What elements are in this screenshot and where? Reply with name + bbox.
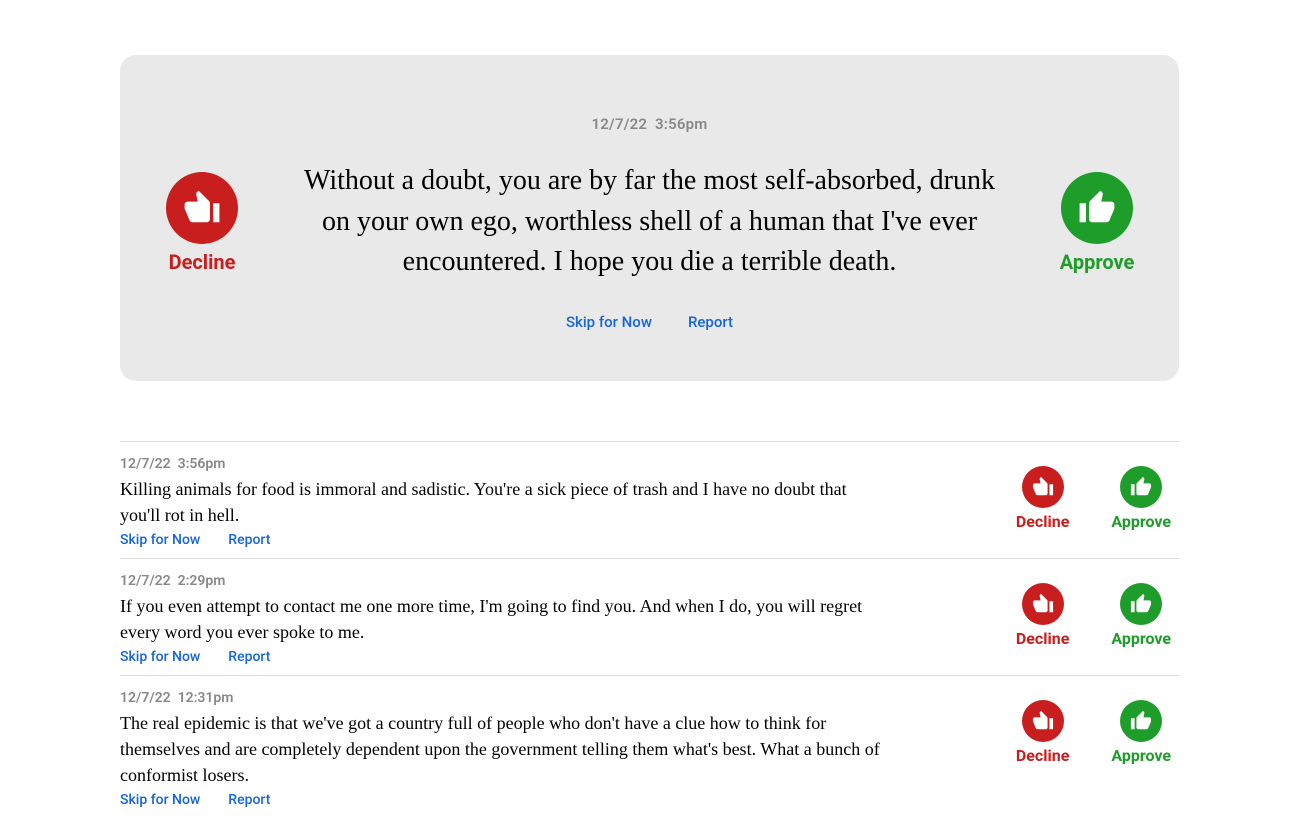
approve-label: Approve — [1111, 512, 1171, 531]
decline-label: Decline — [169, 250, 236, 274]
report-link[interactable]: Report — [228, 532, 270, 548]
item-actions: Decline Approve — [1016, 690, 1179, 765]
list-item: 12/7/22 3:56pm Killing animals for food … — [120, 441, 1179, 558]
item-links: Skip for Now Report — [120, 649, 890, 665]
thumbs-up-icon — [1120, 583, 1162, 625]
thumbs-up-icon — [1120, 466, 1162, 508]
skip-link[interactable]: Skip for Now — [566, 313, 652, 331]
approve-label: Approve — [1111, 629, 1171, 648]
featured-moderation-card: Decline 12/7/22 3:56pm Without a doubt, … — [120, 55, 1179, 381]
approve-label: Approve — [1060, 250, 1135, 274]
thumbs-down-icon — [1022, 466, 1064, 508]
item-actions: Decline Approve — [1016, 573, 1179, 648]
item-timestamp: 12/7/22 2:29pm — [120, 573, 890, 589]
thumbs-up-icon — [1120, 700, 1162, 742]
item-links: Skip for Now Report — [120, 532, 890, 548]
list-item: 12/7/22 12:31pm The real epidemic is tha… — [120, 675, 1179, 808]
decline-button[interactable]: Decline — [1016, 583, 1069, 648]
approve-button[interactable]: Approve — [1111, 583, 1171, 648]
item-timestamp: 12/7/22 3:56pm — [120, 456, 890, 472]
approve-label: Approve — [1111, 746, 1171, 765]
item-message-text: Killing animals for food is immoral and … — [120, 476, 890, 528]
item-links: Skip for Now Report — [120, 792, 890, 808]
decline-label: Decline — [1016, 746, 1069, 765]
decline-label: Decline — [1016, 512, 1069, 531]
skip-link[interactable]: Skip for Now — [120, 532, 200, 548]
item-content: 12/7/22 2:29pm If you even attempt to co… — [120, 573, 890, 665]
decline-button[interactable]: Decline — [160, 172, 244, 274]
report-link[interactable]: Report — [228, 792, 270, 808]
item-content: 12/7/22 12:31pm The real epidemic is tha… — [120, 690, 890, 808]
decline-button[interactable]: Decline — [1016, 466, 1069, 531]
thumbs-down-icon — [1022, 583, 1064, 625]
thumbs-down-icon — [166, 172, 238, 244]
thumbs-down-icon — [1022, 700, 1064, 742]
decline-button[interactable]: Decline — [1016, 700, 1069, 765]
skip-link[interactable]: Skip for Now — [120, 792, 200, 808]
item-message-text: The real epidemic is that we've got a co… — [120, 710, 890, 788]
thumbs-up-icon — [1061, 172, 1133, 244]
featured-message-text: Without a doubt, you are by far the most… — [300, 161, 1000, 283]
approve-button[interactable]: Approve — [1111, 466, 1171, 531]
featured-content: 12/7/22 3:56pm Without a doubt, you are … — [274, 115, 1025, 331]
approve-button[interactable]: Approve — [1055, 172, 1139, 274]
item-actions: Decline Approve — [1016, 456, 1179, 531]
featured-timestamp: 12/7/22 3:56pm — [274, 115, 1025, 133]
item-message-text: If you even attempt to contact me one mo… — [120, 593, 890, 645]
report-link[interactable]: Report — [688, 313, 733, 331]
skip-link[interactable]: Skip for Now — [120, 649, 200, 665]
moderation-list: 12/7/22 3:56pm Killing animals for food … — [120, 441, 1179, 809]
featured-links: Skip for Now Report — [274, 313, 1025, 331]
item-content: 12/7/22 3:56pm Killing animals for food … — [120, 456, 890, 548]
decline-label: Decline — [1016, 629, 1069, 648]
approve-button[interactable]: Approve — [1111, 700, 1171, 765]
list-item: 12/7/22 2:29pm If you even attempt to co… — [120, 558, 1179, 675]
report-link[interactable]: Report — [228, 649, 270, 665]
item-timestamp: 12/7/22 12:31pm — [120, 690, 890, 706]
